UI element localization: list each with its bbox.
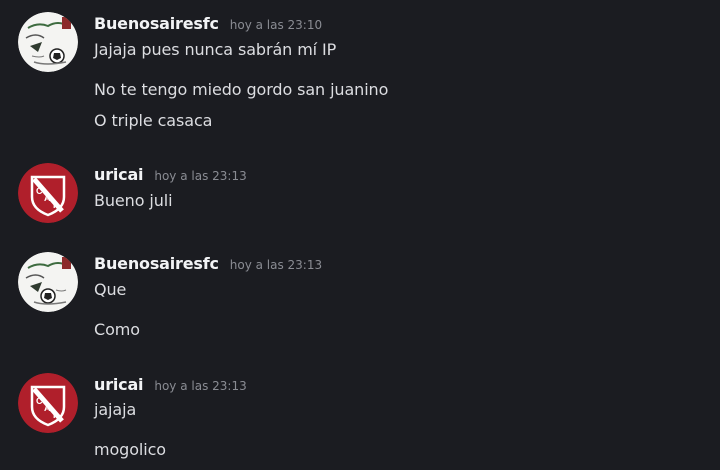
username[interactable]: Buenosairesfc <box>94 254 219 273</box>
svg-text:C: C <box>36 396 43 406</box>
username[interactable]: uricai <box>94 375 144 394</box>
message-text: No te tengo miedo gordo san juanino <box>94 80 389 99</box>
timestamp[interactable]: hoy a las 23:13 <box>154 169 246 183</box>
message-text: jajaja <box>94 400 137 419</box>
message-header: uricai hoy a las 23:13 <box>94 375 247 397</box>
username[interactable]: uricai <box>94 165 144 184</box>
message-text: Como <box>94 320 140 339</box>
svg-text:I: I <box>53 410 56 420</box>
svg-text:C: C <box>36 186 43 196</box>
timestamp[interactable]: hoy a las 23:10 <box>230 18 322 32</box>
avatar[interactable] <box>18 252 78 312</box>
message-text: Que <box>94 280 127 299</box>
message-text: Jajaja pues nunca sabrán mí IP <box>94 40 337 59</box>
buenosairesfc-avatar-icon <box>18 252 78 312</box>
avatar[interactable] <box>18 12 78 72</box>
timestamp[interactable]: hoy a las 23:13 <box>230 258 322 272</box>
avatar[interactable]: C A I <box>18 373 78 433</box>
message-text: mogolico <box>94 440 166 459</box>
message-header: uricai hoy a las 23:13 <box>94 165 247 187</box>
timestamp[interactable]: hoy a las 23:13 <box>154 379 246 393</box>
message-text: O triple casaca <box>94 111 213 130</box>
svg-text:A: A <box>44 193 51 203</box>
message-text: Bueno juli <box>94 191 173 210</box>
independiente-crest-icon: C A I <box>18 163 78 223</box>
independiente-crest-icon: C A I <box>18 373 78 433</box>
message-header: Buenosairesfc hoy a las 23:13 <box>94 254 322 276</box>
svg-text:I: I <box>53 200 56 210</box>
message-header: Buenosairesfc hoy a las 23:10 <box>94 14 322 36</box>
username[interactable]: Buenosairesfc <box>94 14 219 33</box>
buenosairesfc-avatar-icon <box>18 12 78 72</box>
svg-text:A: A <box>44 403 51 413</box>
avatar[interactable]: C A I <box>18 163 78 223</box>
